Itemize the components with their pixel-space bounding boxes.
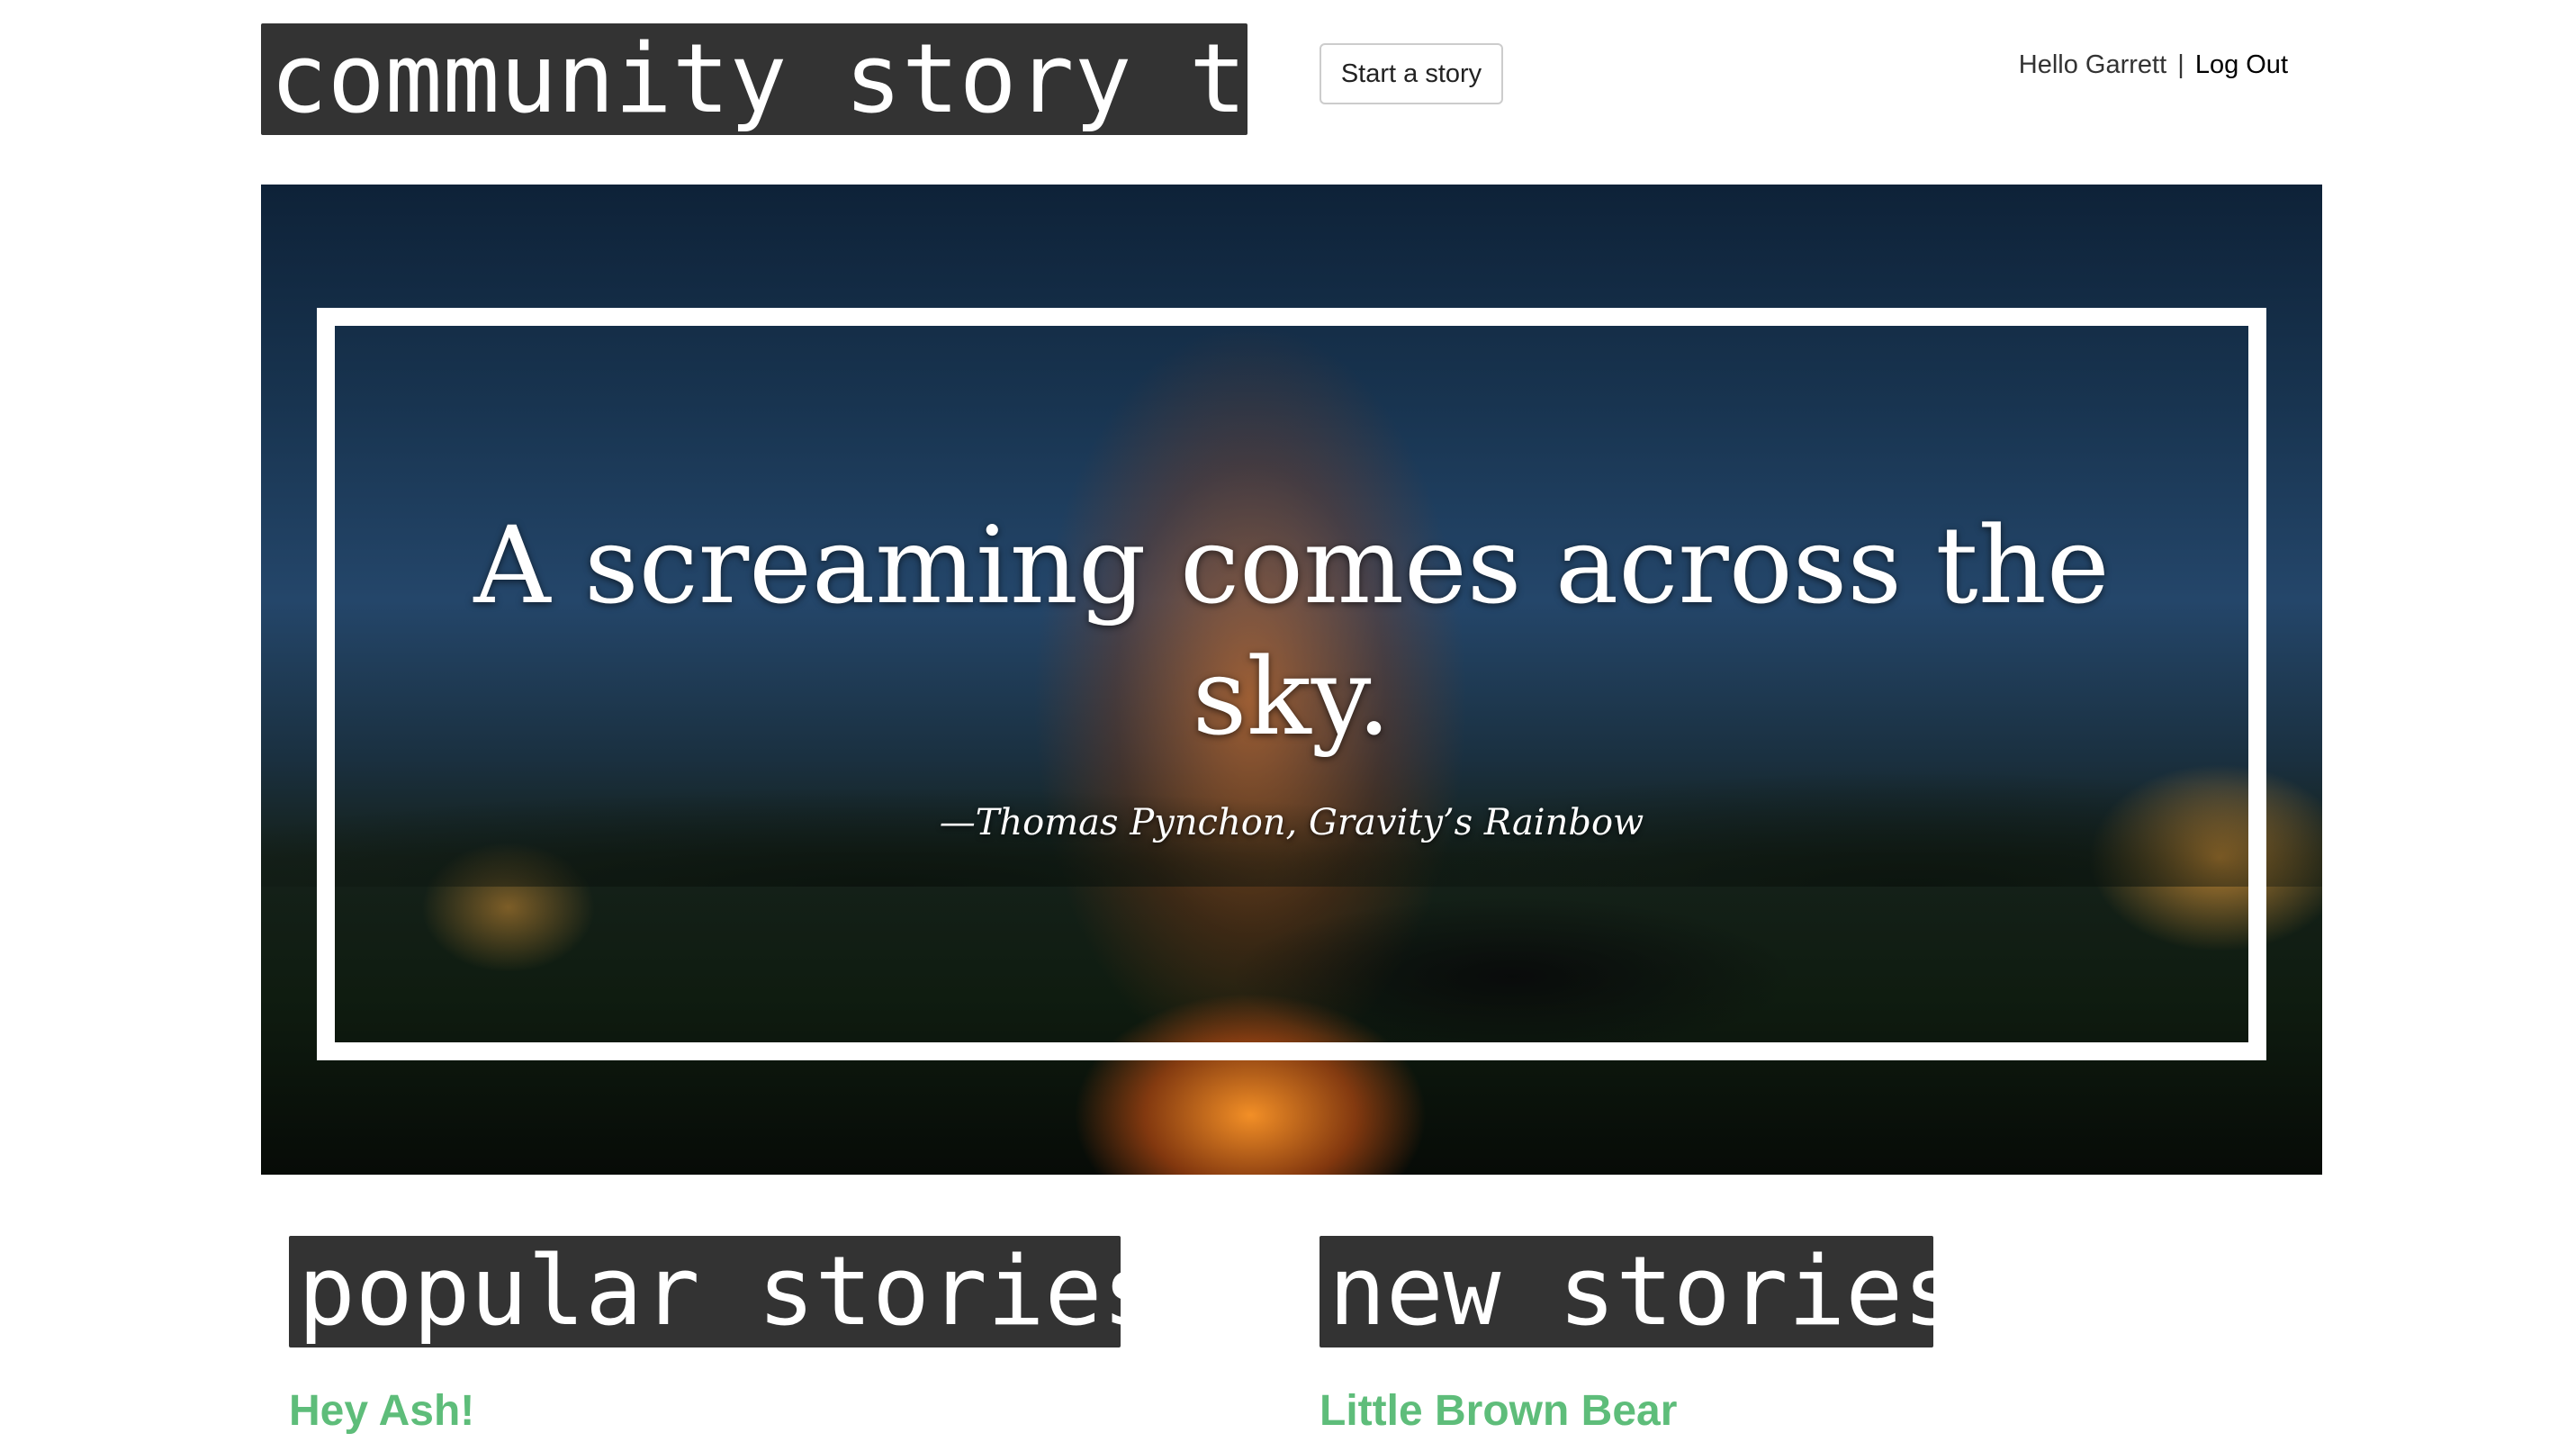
hero-banner: A screaming comes across the sky. —Thoma… xyxy=(261,185,2322,1175)
new-story-link[interactable]: Little Brown Bear xyxy=(1320,1386,1677,1436)
quote-attribution: —Thomas Pynchon, Gravity’s Rainbow xyxy=(939,802,1644,843)
new-stories-heading: new stories xyxy=(1320,1236,1933,1347)
start-story-button[interactable]: Start a story xyxy=(1320,43,1503,104)
greeting-text: Hello Garrett xyxy=(2018,50,2167,79)
popular-story-link[interactable]: Hey Ash! xyxy=(289,1386,474,1436)
popular-stories-heading: popular stories xyxy=(289,1236,1121,1347)
hero-quote: A screaming comes across the sky. xyxy=(473,503,2110,759)
logout-link[interactable]: Log Out xyxy=(2195,50,2288,79)
nav-separator: | xyxy=(2177,50,2184,79)
site-logo[interactable]: community story time xyxy=(261,23,1247,135)
user-nav: Hello Garrett | Log Out xyxy=(2019,50,2288,80)
